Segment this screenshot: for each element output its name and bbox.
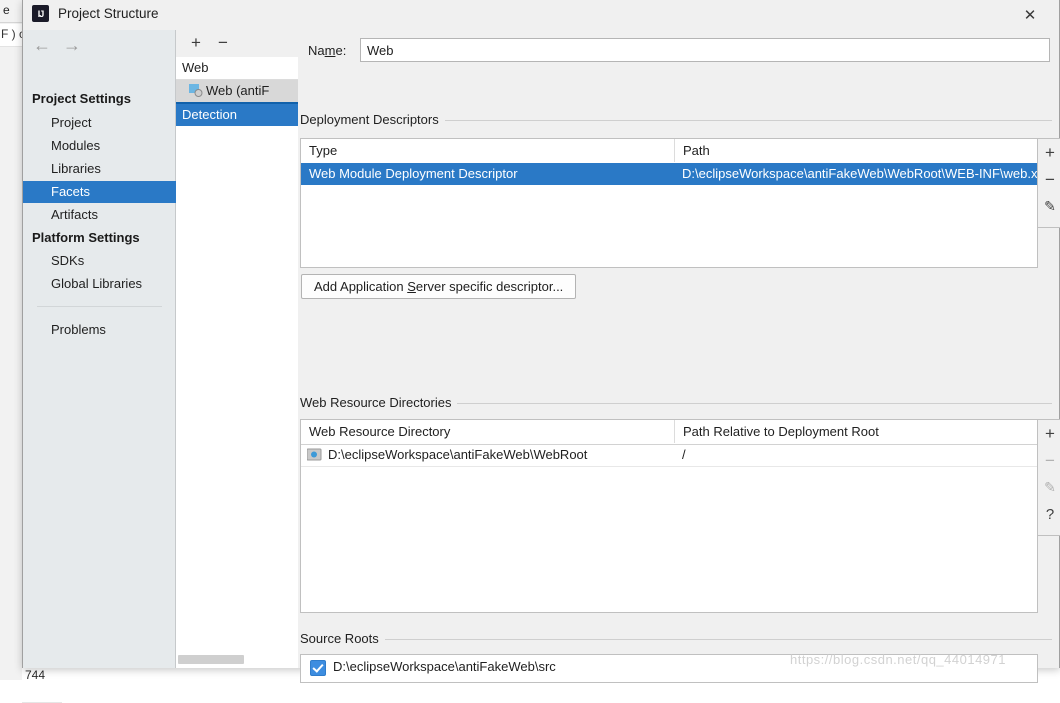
nav-group-platform-settings: Platform Settings bbox=[32, 230, 140, 245]
web-resource-directories-side-buttons: + − ✎ ? bbox=[1038, 419, 1060, 536]
facet-list: Web Web (antiF Detection bbox=[176, 57, 298, 668]
dialog-title-bar[interactable]: IJ Project Structure ✕ bbox=[23, 0, 1059, 30]
web-resource-directories-title: Web Resource Directories bbox=[300, 395, 457, 410]
edit-resource-dir-button[interactable]: ✎ bbox=[1038, 474, 1060, 501]
remove-descriptor-button[interactable]: − bbox=[1038, 166, 1060, 193]
source-root-checkbox[interactable] bbox=[310, 660, 326, 676]
table-header-row: Type Path bbox=[301, 139, 1037, 164]
sidebar-item-problems[interactable]: Problems bbox=[23, 319, 176, 341]
nav-divider bbox=[37, 306, 162, 307]
add-descriptor-button[interactable]: + bbox=[1038, 139, 1060, 166]
add-app-server-descriptor-button[interactable]: Add Application Server specific descript… bbox=[301, 274, 576, 299]
add-resource-dir-button[interactable]: + bbox=[1038, 420, 1060, 447]
sidebar-item-libraries[interactable]: Libraries bbox=[23, 158, 176, 180]
web-resource-directories-table[interactable]: Web Resource Directory Path Relative to … bbox=[300, 419, 1038, 613]
cell-web-resource-directory: D:\eclipseWorkspace\antiFakeWeb\WebRoot bbox=[301, 444, 674, 466]
sidebar-item-facets[interactable]: Facets bbox=[23, 181, 176, 203]
sidebar-item-global-libraries[interactable]: Global Libraries bbox=[23, 273, 176, 295]
cell-path: D:\eclipseWorkspace\antiFakeWeb\WebRoot\… bbox=[674, 163, 1037, 185]
watermark: https://blog.csdn.net/qq_44014971 bbox=[790, 652, 1006, 667]
facet-list-hscrollbar[interactable] bbox=[178, 655, 244, 664]
name-input[interactable] bbox=[360, 38, 1050, 62]
help-resource-dir-button[interactable]: ? bbox=[1038, 501, 1060, 528]
deployment-descriptors-table[interactable]: Type Path Web Module Deployment Descript… bbox=[300, 138, 1038, 268]
intellij-idea-icon: IJ bbox=[32, 5, 49, 22]
name-label: Name: bbox=[308, 43, 346, 58]
divider bbox=[445, 120, 1052, 121]
add-facet-button[interactable]: + bbox=[185, 32, 207, 54]
btn-text-mnemonic: S bbox=[407, 279, 416, 294]
edit-descriptor-button[interactable]: ✎ bbox=[1038, 193, 1060, 220]
sidebar-item-project[interactable]: Project bbox=[23, 112, 176, 134]
remove-facet-button[interactable]: − bbox=[212, 32, 234, 54]
deployment-descriptors-side-buttons: + − ✎ bbox=[1038, 138, 1060, 228]
web-resource-directories-group: Web Resource Directories bbox=[300, 395, 1052, 407]
nav-group-project-settings: Project Settings bbox=[32, 91, 131, 106]
table-row[interactable]: D:\eclipseWorkspace\antiFakeWeb\WebRoot … bbox=[301, 444, 1037, 467]
list-item-label: Web (antiF bbox=[206, 83, 269, 98]
divider bbox=[383, 639, 1052, 640]
source-roots-group: Source Roots bbox=[300, 631, 1052, 643]
dialog-title: Project Structure bbox=[58, 6, 159, 21]
sidebar-item-sdks[interactable]: SDKs bbox=[23, 250, 176, 272]
close-icon[interactable]: ✕ bbox=[1009, 0, 1051, 30]
arrow-left-icon[interactable]: ← bbox=[33, 35, 51, 56]
settings-navigation-pane: ← → Project Settings Project Modules Lib… bbox=[23, 30, 176, 668]
dialog-body: ← → Project Settings Project Modules Lib… bbox=[23, 30, 1059, 668]
list-item-web-group[interactable]: Web bbox=[176, 57, 304, 80]
divider bbox=[455, 403, 1052, 404]
folder-icon bbox=[307, 448, 322, 461]
cell-text: D:\eclipseWorkspace\antiFakeWeb\WebRoot bbox=[328, 447, 587, 462]
column-header-path-relative[interactable]: Path Relative to Deployment Root bbox=[674, 420, 1038, 443]
remove-resource-dir-button[interactable]: − bbox=[1038, 447, 1060, 474]
deployment-descriptors-group: Deployment Descriptors bbox=[300, 112, 1052, 124]
project-structure-dialog: IJ Project Structure ✕ ← → Project Setti… bbox=[22, 0, 1060, 668]
source-root-label: D:\eclipseWorkspace\antiFakeWeb\src bbox=[333, 659, 556, 674]
sidebar-item-modules[interactable]: Modules bbox=[23, 135, 176, 157]
source-roots-title: Source Roots bbox=[300, 631, 385, 646]
arrow-right-icon[interactable]: → bbox=[63, 35, 81, 56]
column-header-web-resource-directory[interactable]: Web Resource Directory bbox=[301, 420, 674, 443]
ide-left-tool-strip bbox=[0, 0, 23, 680]
btn-text-post: erver specific descriptor... bbox=[416, 279, 563, 294]
cell-type: Web Module Deployment Descriptor bbox=[301, 163, 674, 185]
web-facet-icon bbox=[189, 84, 203, 97]
btn-text-pre: Add Application bbox=[314, 279, 407, 294]
facet-list-toolbar: + − bbox=[176, 30, 298, 57]
table-header-row: Web Resource Directory Path Relative to … bbox=[301, 420, 1037, 445]
menu-item-file[interactable]: e bbox=[3, 3, 10, 17]
column-header-path[interactable]: Path bbox=[674, 139, 1038, 162]
deployment-descriptors-title: Deployment Descriptors bbox=[300, 112, 445, 127]
name-label-mnemonic: m bbox=[325, 43, 336, 58]
column-header-type[interactable]: Type bbox=[301, 139, 674, 162]
nav-history-buttons: ← → bbox=[33, 33, 153, 59]
cell-path-relative: / bbox=[674, 444, 1037, 466]
facet-list-pane: + − Web Web (antiF Detection bbox=[176, 30, 298, 668]
name-label-post: e: bbox=[335, 43, 346, 58]
sidebar-item-artifacts[interactable]: Artifacts bbox=[23, 204, 176, 226]
facet-settings-content: Name: Deployment Descriptors Type Path W… bbox=[298, 30, 1059, 668]
name-label-pre: Na bbox=[308, 43, 325, 58]
table-row[interactable]: Web Module Deployment Descriptor D:\ecli… bbox=[301, 163, 1037, 185]
list-item-detection[interactable]: Detection bbox=[176, 102, 304, 126]
